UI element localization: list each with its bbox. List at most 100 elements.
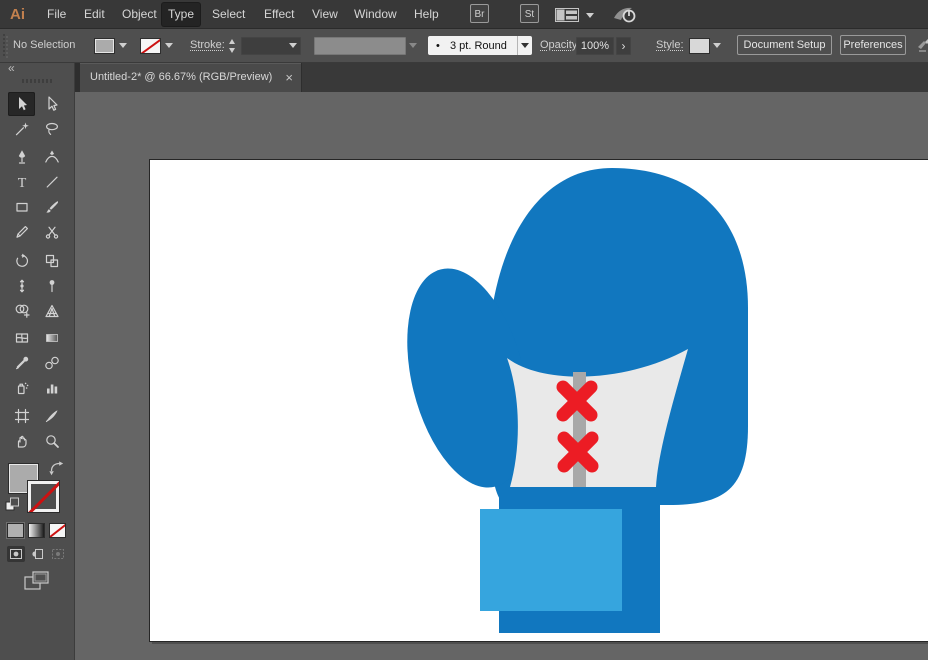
mesh-tool-icon bbox=[15, 333, 28, 343]
document-tab[interactable]: Untitled-2* @ 66.67% (RGB/Preview) × bbox=[80, 63, 302, 92]
shape-builder-tool-icon bbox=[15, 304, 30, 318]
stock-button[interactable]: St bbox=[520, 4, 539, 23]
zoom-tool-icon bbox=[45, 435, 59, 448]
tool-lasso[interactable] bbox=[38, 117, 65, 141]
direct-selection-tool-icon bbox=[47, 96, 58, 111]
gradient-mode-button[interactable] bbox=[28, 523, 45, 538]
menu-object[interactable]: Object bbox=[116, 0, 163, 29]
panel-collapse-icon[interactable]: « bbox=[8, 61, 15, 75]
opacity-label[interactable]: Opacity: bbox=[540, 29, 580, 62]
artboard-tool-icon bbox=[14, 408, 29, 424]
tool-gradient[interactable] bbox=[38, 326, 65, 350]
tools-panel-grip[interactable] bbox=[22, 79, 52, 83]
rotate-tool-icon bbox=[15, 253, 28, 267]
style-label[interactable]: Style: bbox=[656, 29, 684, 62]
canvas-pasteboard[interactable] bbox=[75, 92, 928, 660]
preferences-button[interactable]: Preferences bbox=[840, 35, 906, 55]
tool-rotate[interactable] bbox=[8, 249, 35, 273]
tool-selection[interactable] bbox=[8, 92, 35, 116]
tool-curvature[interactable] bbox=[38, 145, 65, 169]
tool-perspective-grid[interactable] bbox=[38, 299, 65, 323]
tool-column-graph[interactable] bbox=[38, 376, 65, 400]
lasso-tool-icon bbox=[45, 122, 58, 135]
draw-behind-button[interactable] bbox=[28, 546, 46, 562]
stroke-color-swatch[interactable] bbox=[140, 38, 161, 54]
workspace-layout-icon[interactable] bbox=[555, 8, 579, 27]
tool-magic-wand[interactable] bbox=[8, 117, 35, 141]
svg-text:T: T bbox=[17, 176, 26, 190]
curvature-tool-icon bbox=[44, 150, 59, 163]
draw-normal-button[interactable] bbox=[7, 546, 25, 562]
brush-definition-combo[interactable]: • 3 pt. Round bbox=[428, 36, 532, 55]
tool-symbol-sprayer[interactable] bbox=[8, 376, 35, 400]
tool-blend[interactable] bbox=[38, 351, 65, 375]
tool-zoom[interactable] bbox=[38, 429, 65, 453]
tool-paintbrush[interactable] bbox=[38, 195, 65, 219]
draw-inside-icon bbox=[52, 549, 64, 559]
document-setup-button[interactable]: Document Setup bbox=[737, 35, 832, 55]
tool-hand[interactable] bbox=[8, 429, 35, 453]
tool-type[interactable]: T bbox=[8, 170, 35, 194]
paintbrush-tool-icon bbox=[45, 201, 58, 213]
tool-shape-builder[interactable] bbox=[8, 299, 35, 323]
swap-fill-stroke-icon[interactable] bbox=[49, 461, 64, 481]
tool-shaper[interactable] bbox=[8, 220, 35, 244]
opacity-more-button[interactable]: › bbox=[616, 37, 631, 55]
none-mode-button[interactable] bbox=[49, 523, 66, 538]
menu-view[interactable]: View bbox=[306, 0, 344, 29]
tool-line-segment[interactable] bbox=[38, 170, 65, 194]
boxing-glove-artwork bbox=[407, 168, 748, 633]
menu-type[interactable]: Type bbox=[162, 3, 201, 26]
artboard[interactable] bbox=[149, 159, 928, 642]
screen-mode-icon[interactable] bbox=[24, 571, 50, 596]
style-swatch[interactable] bbox=[689, 38, 710, 54]
tool-mesh[interactable] bbox=[8, 326, 35, 350]
stroke-weight-chevron-icon[interactable] bbox=[289, 43, 297, 48]
bridge-button[interactable]: Br bbox=[470, 4, 489, 23]
rectangle-tool-icon bbox=[15, 202, 28, 212]
variable-width-profile-dropdown[interactable] bbox=[314, 37, 406, 55]
color-mode-button[interactable] bbox=[7, 523, 24, 538]
pen-tool-icon bbox=[18, 150, 25, 164]
brush-definition-value: 3 pt. Round bbox=[449, 39, 507, 52]
perspective-grid-tool-icon bbox=[44, 304, 59, 318]
stroke-proxy-swatch[interactable] bbox=[27, 480, 60, 513]
tool-slice[interactable] bbox=[38, 404, 65, 428]
gradient-tool-icon bbox=[45, 334, 58, 342]
tool-scale[interactable] bbox=[38, 249, 65, 273]
fill-color-swatch[interactable] bbox=[94, 38, 115, 54]
tab-close-icon[interactable]: × bbox=[285, 63, 293, 92]
tool-rectangle[interactable] bbox=[8, 195, 35, 219]
menu-edit[interactable]: Edit bbox=[78, 0, 111, 29]
power-status-icon[interactable] bbox=[612, 5, 638, 29]
menu-help[interactable]: Help bbox=[408, 0, 445, 29]
stroke-label[interactable]: Stroke: bbox=[190, 29, 225, 62]
brush-definition-chevron-icon[interactable] bbox=[518, 43, 532, 48]
opacity-input[interactable]: 100% bbox=[576, 37, 614, 55]
tool-scissors[interactable] bbox=[38, 220, 65, 244]
menu-file[interactable]: File bbox=[41, 0, 72, 29]
default-fill-stroke-icon[interactable] bbox=[5, 497, 20, 517]
draw-inside-button[interactable] bbox=[49, 546, 67, 562]
menu-effect[interactable]: Effect bbox=[258, 0, 300, 29]
puppet-warp-tool-icon bbox=[49, 280, 54, 293]
tool-pen[interactable] bbox=[8, 145, 35, 169]
control-bar-grip[interactable] bbox=[3, 34, 9, 58]
tool-direct-selection[interactable] bbox=[38, 92, 65, 116]
stroke-weight-stepper[interactable] bbox=[227, 37, 238, 55]
menu-window[interactable]: Window bbox=[348, 0, 403, 29]
tool-width[interactable] bbox=[8, 274, 35, 298]
tool-artboard[interactable] bbox=[8, 404, 35, 428]
menu-select[interactable]: Select bbox=[206, 0, 251, 29]
tool-eyedropper[interactable] bbox=[8, 351, 35, 375]
cropped-panel-icon[interactable] bbox=[917, 38, 928, 59]
document-tab-bar: Untitled-2* @ 66.67% (RGB/Preview) × bbox=[75, 63, 928, 92]
workspace-chevron-icon[interactable] bbox=[586, 13, 594, 18]
stroke-color-chevron-icon[interactable] bbox=[165, 43, 173, 48]
variable-width-chevron-icon[interactable] bbox=[409, 43, 417, 48]
wristband-shape[interactable] bbox=[480, 509, 622, 611]
type-tool-icon: T bbox=[17, 176, 26, 190]
fill-color-chevron-icon[interactable] bbox=[119, 43, 127, 48]
style-chevron-icon[interactable] bbox=[713, 43, 721, 48]
tool-puppet-warp[interactable] bbox=[38, 274, 65, 298]
